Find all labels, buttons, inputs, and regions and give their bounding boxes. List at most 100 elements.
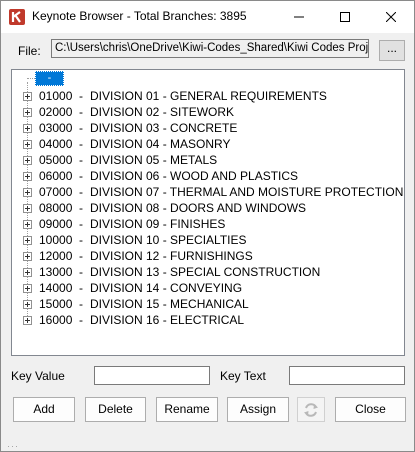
key-text-label: Key Text [220, 369, 266, 383]
node-name: DIVISION 16 - ELECTRICAL [90, 313, 245, 327]
tree-node[interactable]: 03000 - DIVISION 03 - CONCRETE [12, 120, 392, 136]
tree-root-node[interactable]: - [35, 71, 64, 86]
maximize-icon [340, 12, 350, 22]
window-title: Keynote Browser - Total Branches: 3895 [32, 9, 247, 23]
title-bar[interactable]: Keynote Browser - Total Branches: 3895 [1, 1, 414, 33]
resize-grip-icon[interactable]: ··· [7, 441, 19, 451]
tree-node[interactable]: 10000 - DIVISION 10 - SPECIALTIES [12, 232, 392, 248]
tree-node[interactable]: 07000 - DIVISION 07 - THERMAL AND MOISTU… [12, 184, 403, 200]
node-separator: - [79, 313, 83, 327]
node-separator: - [79, 137, 83, 151]
node-code: 16000 [39, 313, 73, 327]
node-code: 15000 [39, 297, 73, 311]
node-name: DIVISION 12 - FURNISHINGS [90, 249, 253, 263]
rename-button[interactable]: Rename [156, 397, 218, 422]
keynote-browser-window: Keynote Browser - Total Branches: 3895 F… [0, 0, 415, 452]
refresh-button[interactable] [297, 397, 325, 422]
node-code: 03000 [39, 121, 73, 135]
node-name: DIVISION 07 - THERMAL AND MOISTURE PROTE… [90, 185, 404, 199]
tree-node[interactable]: 13000 - DIVISION 13 - SPECIAL CONSTRUCTI… [12, 264, 392, 280]
expand-icon[interactable] [23, 300, 32, 309]
expand-icon[interactable] [23, 92, 32, 101]
node-separator: - [79, 153, 83, 167]
delete-button[interactable]: Delete [85, 397, 146, 422]
expand-icon[interactable] [23, 284, 32, 293]
close-button[interactable]: Close [335, 397, 406, 422]
expand-icon[interactable] [23, 316, 32, 325]
tree-node[interactable]: 15000 - DIVISION 15 - MECHANICAL [12, 296, 392, 312]
expand-icon[interactable] [23, 252, 32, 261]
expand-icon[interactable] [23, 108, 32, 117]
tree-node[interactable]: 06000 - DIVISION 06 - WOOD AND PLASTICS [12, 168, 392, 184]
node-code: 14000 [39, 281, 73, 295]
file-path-field[interactable]: C:\Users\chris\OneDrive\Kiwi-Codes_Share… [51, 39, 369, 58]
app-logo-icon [9, 9, 25, 25]
node-separator: - [79, 249, 83, 263]
tree-node[interactable]: 14000 - DIVISION 14 - CONVEYING [12, 280, 392, 296]
minimize-icon [294, 16, 304, 18]
expand-icon[interactable] [23, 204, 32, 213]
tree-connector [27, 78, 35, 79]
node-name: DIVISION 05 - METALS [90, 153, 218, 167]
expand-icon[interactable] [23, 140, 32, 149]
tree-node[interactable]: 02000 - DIVISION 02 - SITEWORK [12, 104, 392, 120]
node-name: DIVISION 13 - SPECIAL CONSTRUCTION [90, 265, 321, 279]
node-name: DIVISION 01 - GENERAL REQUIREMENTS [90, 89, 327, 103]
key-value-input[interactable] [94, 366, 210, 385]
tree-node[interactable]: 05000 - DIVISION 05 - METALS [12, 152, 392, 168]
minimize-button[interactable] [276, 1, 322, 33]
refresh-icon [304, 402, 318, 417]
tree-node[interactable]: 04000 - DIVISION 04 - MASONRY [12, 136, 392, 152]
close-window-button[interactable] [368, 1, 414, 33]
node-code: 08000 [39, 201, 73, 215]
close-icon [386, 12, 396, 22]
tree-node[interactable]: 09000 - DIVISION 09 - FINISHES [12, 216, 392, 232]
tree-node[interactable]: 12000 - DIVISION 12 - FURNISHINGS [12, 248, 392, 264]
expand-icon[interactable] [23, 124, 32, 133]
node-separator: - [79, 105, 83, 119]
node-name: DIVISION 03 - CONCRETE [90, 121, 238, 135]
node-code: 09000 [39, 217, 73, 231]
node-separator: - [79, 265, 83, 279]
key-text-input[interactable] [289, 366, 405, 385]
assign-button[interactable]: Assign [227, 397, 289, 422]
node-separator: - [79, 185, 83, 199]
expand-icon[interactable] [23, 156, 32, 165]
node-code: 13000 [39, 265, 73, 279]
maximize-button[interactable] [322, 1, 368, 33]
expand-icon[interactable] [23, 220, 32, 229]
node-code: 12000 [39, 249, 73, 263]
browse-button[interactable]: ... [379, 40, 405, 61]
node-name: DIVISION 14 - CONVEYING [90, 281, 243, 295]
node-code: 01000 [39, 89, 73, 103]
node-separator: - [79, 233, 83, 247]
node-separator: - [79, 89, 83, 103]
keynote-tree[interactable]: - 01000 - DIVISION 01 - GENERAL REQUIREM… [11, 69, 405, 356]
node-separator: - [79, 281, 83, 295]
tree-node[interactable]: 16000 - DIVISION 16 - ELECTRICAL [12, 312, 392, 328]
node-code: 07000 [39, 185, 73, 199]
node-name: DIVISION 02 - SITEWORK [90, 105, 235, 119]
expand-icon[interactable] [23, 172, 32, 181]
node-separator: - [79, 217, 83, 231]
node-name: DIVISION 04 - MASONRY [90, 137, 231, 151]
tree-node[interactable]: 08000 - DIVISION 08 - DOORS AND WINDOWS [12, 200, 392, 216]
expand-icon[interactable] [23, 188, 32, 197]
node-code: 05000 [39, 153, 73, 167]
node-separator: - [79, 169, 83, 183]
expand-icon[interactable] [23, 236, 32, 245]
node-code: 06000 [39, 169, 73, 183]
key-value-label: Key Value [11, 369, 65, 383]
node-name: DIVISION 09 - FINISHES [90, 217, 226, 231]
add-button[interactable]: Add [13, 397, 75, 422]
file-label: File: [18, 44, 41, 58]
expand-icon[interactable] [23, 268, 32, 277]
tree-node[interactable]: 01000 - DIVISION 01 - GENERAL REQUIREMEN… [12, 88, 392, 104]
node-name: DIVISION 08 - DOORS AND WINDOWS [90, 201, 307, 215]
node-name: DIVISION 15 - MECHANICAL [90, 297, 249, 311]
node-name: DIVISION 10 - SPECIALTIES [90, 233, 247, 247]
node-code: 10000 [39, 233, 73, 247]
node-separator: - [79, 121, 83, 135]
node-code: 04000 [39, 137, 73, 151]
node-name: DIVISION 06 - WOOD AND PLASTICS [90, 169, 299, 183]
